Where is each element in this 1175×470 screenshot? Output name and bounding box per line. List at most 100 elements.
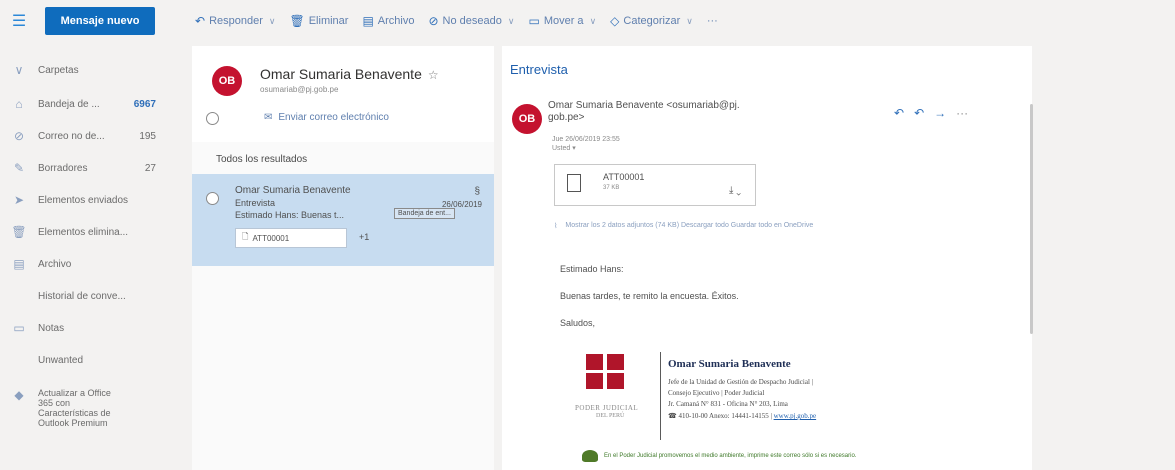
sidebar-item-7[interactable]: Historial de conve... [0, 286, 186, 306]
sidebar-item-label: Elementos elimina... [38, 226, 129, 238]
attachment-card[interactable]: ATT00001 37 KB ⤓ ⌄ [554, 164, 756, 206]
message-list: OB Omar Sumaria Benavente ☆ osumariab@pj.… [192, 46, 494, 470]
new-message-button[interactable]: Mensaje nuevo [45, 7, 155, 35]
sidebar-item-1[interactable]: ⌂ Bandeja de ... 6967 [0, 94, 186, 114]
chevron-down-icon[interactable]: ∨ [686, 16, 693, 27]
toolbar-item-6[interactable]: ··· [707, 15, 718, 27]
paperclip-icon: ⌇ [554, 223, 558, 230]
sidebar-item-5[interactable]: 🗑 Elementos elimina... [0, 222, 186, 242]
unread-count: 6967 [133, 98, 156, 110]
toolbar-label: Mover a [543, 15, 584, 27]
toolbar-icon: 🗑 [289, 14, 305, 28]
sidebar-item-9[interactable]: Unwanted [0, 350, 186, 370]
folder-tag: Bandeja de ent... [394, 208, 455, 219]
chevron-icon: ∨ [14, 63, 24, 77]
body-closing: Saludos, [560, 318, 596, 328]
chevron-down-icon[interactable]: ∨ [269, 16, 276, 27]
trash-icon: 🗑 [11, 225, 27, 239]
attachment-name: ATT00001 [603, 172, 645, 182]
chevron-down-icon[interactable]: ∨ [508, 16, 515, 27]
sidebar-item-label: Archivo [38, 258, 72, 270]
recipient[interactable]: Usted ▾ [552, 144, 576, 152]
toolbar-label: Archivo [377, 15, 415, 27]
archive-icon: ▤ [13, 257, 25, 271]
footer-text: En el Poder Judicial promovemos el medio… [604, 453, 857, 459]
download-chevron-icon[interactable]: ⤓ ⌄ [729, 185, 741, 196]
body-greeting: Estimado Hans: [560, 264, 624, 274]
toolbar-label: Responder [209, 15, 263, 27]
sidebar-item-0[interactable]: ∨ Carpetas [0, 60, 186, 80]
sidebar-item-3[interactable]: ✎ Borradores 27 [0, 158, 186, 178]
attachment-size: 37 KB [603, 185, 620, 191]
sender-avatar[interactable]: OB [512, 104, 542, 134]
toolbar-label: Eliminar [308, 15, 349, 27]
sidebar-item-label: Actualizar a Office 365 con Característi… [38, 388, 111, 428]
phone-icon: ☎ [668, 412, 677, 420]
results-header: Todos los resultados [216, 154, 308, 165]
command-bar: ☰ Mensaje nuevo ↶ Responder ∨ 🗑 Eliminar ▤ Arc… [0, 0, 1175, 42]
reading-pane: Entrevista OB Omar Sumaria Benavente <os… [502, 46, 1032, 470]
toolbar-item-2[interactable]: ▤ Archivo [362, 14, 414, 28]
toolbar-item-5[interactable]: ◇ Categorizar ∨ [610, 14, 693, 28]
reply-all-icon[interactable]: ↶ [914, 106, 924, 120]
sidebar-item-4[interactable]: ➤ Elementos enviados [0, 190, 186, 210]
star-icon[interactable]: ☆ [428, 68, 439, 82]
toolbar-icon: ▤ [362, 14, 374, 28]
attachment-links-text: Mostrar los 2 datos adjuntos (74 KB) Des… [565, 222, 814, 229]
tree-icon [582, 450, 598, 462]
avatar[interactable]: OB [212, 66, 242, 96]
document-icon [567, 174, 581, 192]
website-link[interactable]: www.pj.gob.pe [774, 412, 817, 420]
more-icon[interactable]: ··· [956, 106, 968, 120]
toolbar-icon: ▭ [528, 14, 540, 28]
attachment-links[interactable]: ⌇ Mostrar los 2 datos adjuntos (74 KB) D… [554, 222, 813, 230]
sidebar-item-6[interactable]: ▤ Archivo [0, 254, 186, 274]
toolbar-item-0[interactable]: ↶ Responder ∨ [195, 14, 275, 28]
more-attachments[interactable]: +1 [359, 232, 369, 242]
sidebar-item-label: Unwanted [38, 354, 84, 366]
toolbar-item-3[interactable]: ⊘ No deseado ∨ [428, 14, 514, 28]
attachment-chip-label: ATT00001 [252, 233, 290, 243]
signature-line-3: Jr. Camaná N° 831 - Oficina N° 203, Lima [668, 400, 788, 408]
signature-line-1: Jefe de la Unidad de Gestión de Despacho… [668, 378, 814, 386]
mail-icon: ✉ [264, 112, 273, 123]
diamond-icon: ◆ [14, 388, 24, 402]
signature-line-2: Consejo Ejecutivo | Poder Judicial [668, 389, 765, 397]
signature-phone-text: 410-10-00 Anexo: 14441-14155 | [678, 412, 772, 420]
attachment-chip[interactable]: 🗋 ATT00001 [235, 228, 347, 248]
message-subject: Entrevista [235, 198, 276, 208]
toolbar-icon: ⊘ [428, 14, 439, 28]
signature-org-sub: DEL PERÚ [596, 413, 625, 419]
message-preview: Estimado Hans: Buenas t... [235, 210, 345, 220]
select-radio[interactable] [206, 112, 219, 125]
menu-icon[interactable]: ☰ [0, 0, 38, 42]
sidebar-item-label: Notas [38, 322, 65, 334]
sidebar-item-10[interactable]: ◆ Actualizar a Office 365 con Característ… [0, 388, 186, 432]
contact-email: osumariab@pj.gob.pe [260, 85, 339, 94]
send-email-label: Enviar correo electrónico [278, 112, 389, 123]
select-radio[interactable] [206, 192, 219, 205]
pencil-icon: ✎ [13, 161, 25, 175]
junk-icon: ⊘ [13, 129, 25, 143]
unread-count: 27 [144, 162, 156, 174]
toolbar-item-4[interactable]: ▭ Mover a ∨ [528, 14, 596, 28]
email-actions: ↶ ↶ → ··· [894, 106, 968, 120]
reply-icon[interactable]: ↶ [894, 106, 904, 120]
sidebar-item-label: Carpetas [38, 64, 79, 76]
contact-name: Omar Sumaria Benavente ☆ [260, 66, 439, 82]
contact-name-text: Omar Sumaria Benavente [260, 66, 422, 82]
reading-scrollbar[interactable] [1030, 104, 1033, 334]
toolbar-label: ··· [706, 15, 718, 27]
unread-count: 195 [139, 130, 156, 142]
sidebar-item-2[interactable]: ⊘ Correo no de... 195 [0, 126, 186, 146]
send-email-link[interactable]: ✉ Enviar correo electrónico [264, 112, 389, 123]
toolbar-item-1[interactable]: 🗑 Eliminar [289, 14, 348, 28]
chevron-down-icon[interactable]: ∨ [590, 16, 597, 27]
toolbar-label: No deseado [442, 15, 502, 27]
note-icon: ▭ [13, 321, 25, 335]
judiciary-logo [586, 354, 626, 390]
sidebar-item-8[interactable]: ▭ Notas [0, 318, 186, 338]
forward-icon[interactable]: → [934, 106, 946, 120]
attachment-count-icon: § [474, 186, 480, 197]
message-list-item[interactable]: Omar Sumaria Benavente § Entrevista 26/0… [192, 174, 494, 266]
